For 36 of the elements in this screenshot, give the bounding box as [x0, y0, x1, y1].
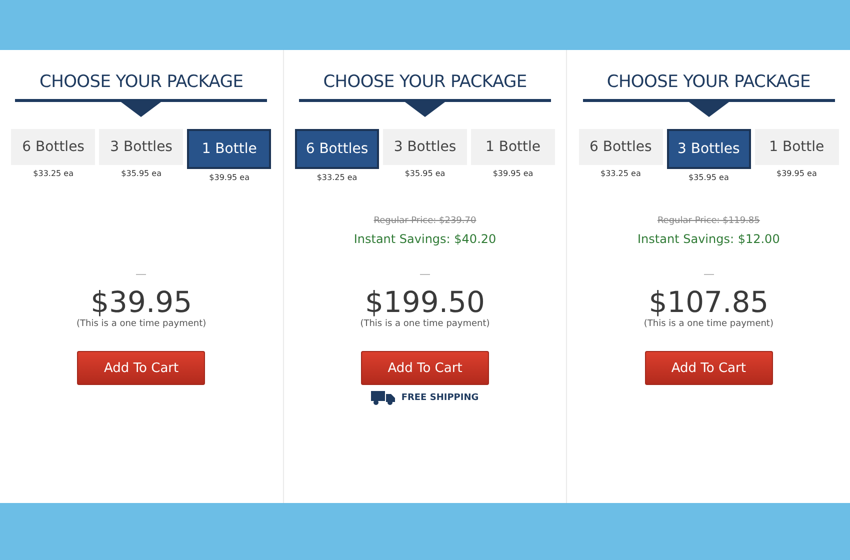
payment-note: (This is a one time payment) [76, 319, 206, 329]
package-heading: CHOOSE YOUR PACKAGE [40, 72, 244, 92]
truck-icon [371, 391, 396, 405]
unit-price: $35.95 ea [688, 173, 729, 182]
payment-note: (This is a one time payment) [644, 319, 774, 329]
package-heading: CHOOSE YOUR PACKAGE [606, 72, 810, 92]
package-tab[interactable]: 1 Bottle [471, 129, 555, 165]
add-to-cart-button[interactable]: Add To Cart [361, 351, 489, 385]
package-tab[interactable]: 1 Bottle [187, 129, 272, 169]
package-tab[interactable]: 6 Bottles [578, 129, 663, 165]
unit-price: $33.25 ea [33, 169, 74, 178]
free-shipping-label: FREE SHIPPING [401, 393, 479, 403]
package-heading: CHOOSE YOUR PACKAGE [323, 72, 527, 92]
package-tab[interactable]: 3 Bottles [383, 129, 467, 165]
unit-price: $39.95 ea [776, 169, 817, 178]
package-tab[interactable]: 6 Bottles [11, 129, 96, 165]
unit-price: $33.25 ea [600, 169, 641, 178]
total-price: $107.85 [648, 285, 769, 319]
unit-price: $39.95 ea [209, 173, 250, 182]
package-tab[interactable]: 6 Bottles [295, 129, 379, 169]
total-price: $39.95 [90, 285, 192, 319]
package-tab[interactable]: 3 Bottles [99, 129, 184, 165]
unit-price: $35.95 ea [121, 169, 162, 178]
unit-price: $35.95 ea [404, 169, 446, 178]
total-price: $199.50 [365, 285, 485, 319]
instant-savings: Instant Savings: $12.00 [638, 232, 780, 246]
regular-price: Regular Price: $239.70 [374, 216, 476, 226]
regular-price: Regular Price: $119.85 [657, 216, 760, 226]
payment-note: (This is a one time payment) [360, 319, 490, 329]
instant-savings: Instant Savings: $40.20 [354, 232, 496, 246]
unit-price: $39.95 ea [492, 169, 534, 178]
package-tab[interactable]: 3 Bottles [666, 129, 751, 169]
add-to-cart-button[interactable]: Add To Cart [644, 351, 773, 385]
unit-price: $33.25 ea [316, 173, 358, 182]
package-tab[interactable]: 1 Bottle [754, 129, 839, 165]
add-to-cart-button[interactable]: Add To Cart [77, 351, 206, 385]
